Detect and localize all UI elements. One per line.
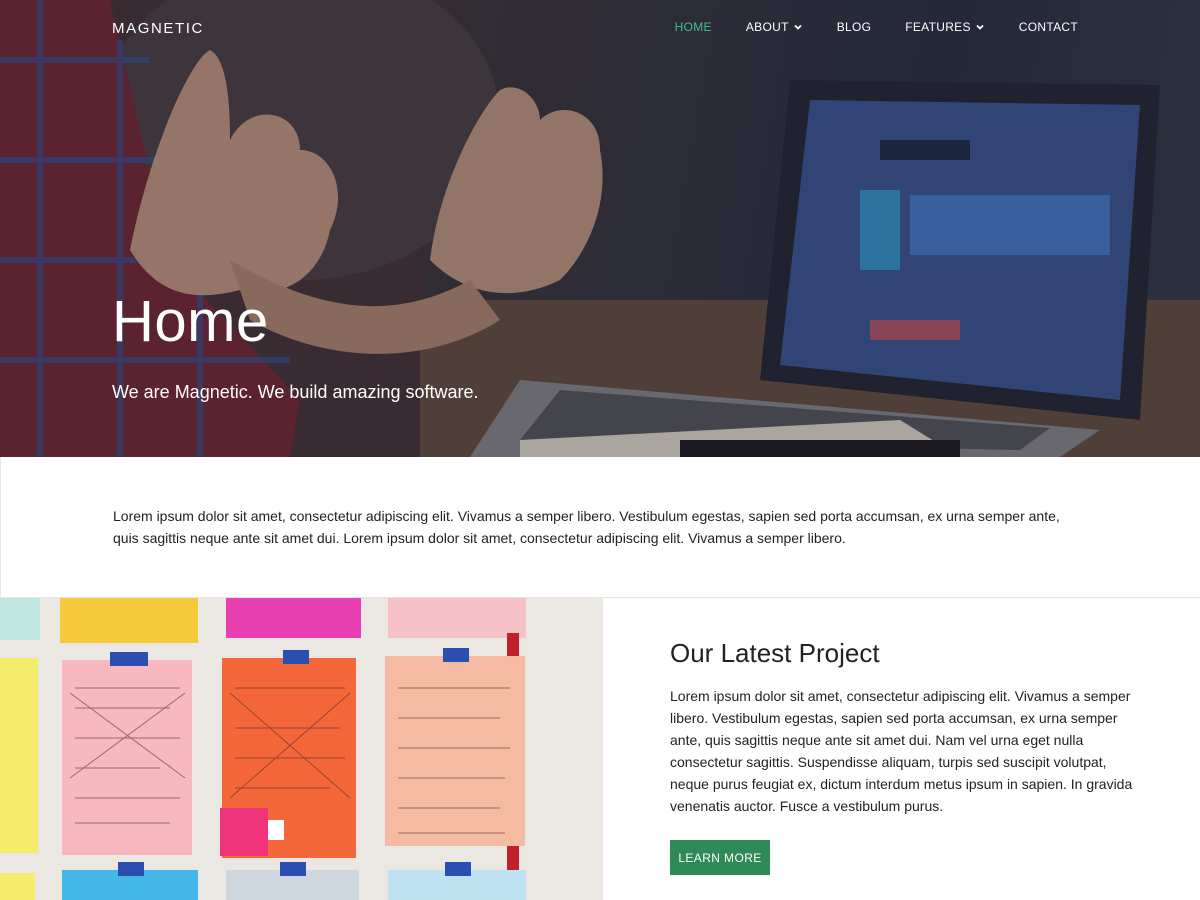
page-title: Home: [112, 289, 269, 354]
chevron-down-icon: [976, 24, 984, 30]
main-menu: HOME ABOUT BLOG FEATURES CONTACT: [641, 20, 1078, 34]
menu-item-label: HOME: [674, 20, 712, 34]
menu-item-home[interactable]: HOME: [675, 20, 712, 34]
menu-item-features[interactable]: FEATURES: [905, 20, 985, 34]
menu-item-blog[interactable]: BLOG: [837, 20, 872, 34]
intro-text: Lorem ipsum dolor sit amet, consectetur …: [113, 508, 1060, 546]
site-brand[interactable]: MAGNETIC: [112, 20, 204, 37]
top-navigation: MAGNETIC HOME ABOUT BLOG FEATURES CONTAC…: [0, 0, 1200, 56]
menu-item-about[interactable]: ABOUT: [746, 20, 803, 34]
menu-item-label: FEATURES: [905, 20, 971, 34]
chevron-down-icon: [794, 24, 802, 30]
hero-section: MAGNETIC HOME ABOUT BLOG FEATURES CONTAC…: [0, 0, 1200, 457]
menu-item-label: BLOG: [836, 20, 872, 34]
menu-item-label: CONTACT: [1018, 20, 1078, 34]
intro-section: Lorem ipsum dolor sit amet, consectetur …: [0, 457, 1200, 598]
menu-item-label: ABOUT: [745, 20, 789, 34]
hero-subtitle: We are Magnetic. We build amazing softwa…: [112, 382, 479, 402]
project-image: [0, 598, 603, 900]
learn-more-button[interactable]: LEARN MORE: [670, 840, 770, 875]
sticky-notes-image: [0, 598, 603, 900]
menu-item-contact[interactable]: CONTACT: [1019, 20, 1078, 34]
project-description: Lorem ipsum dolor sit amet, consectetur …: [670, 688, 1133, 814]
project-title: Our Latest Project: [670, 638, 880, 668]
